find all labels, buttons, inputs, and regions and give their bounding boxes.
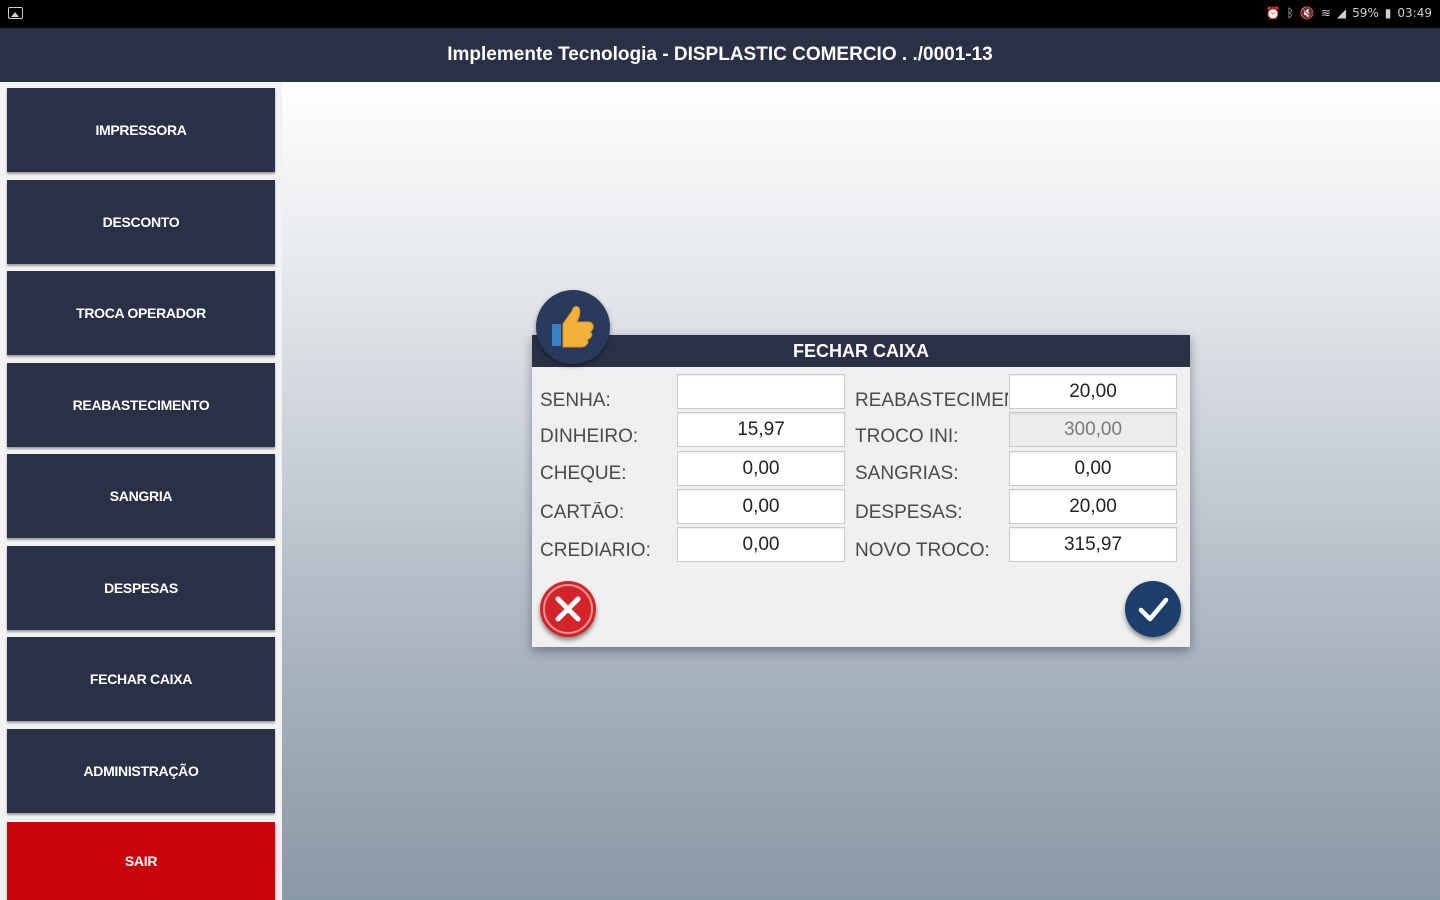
sangrias-label: SANGRIAS: bbox=[855, 463, 959, 484]
cheque-field[interactable]: 0,00 bbox=[677, 451, 845, 486]
reabastecimento-label: REABASTECIMENTO: bbox=[855, 390, 1008, 411]
dinheiro-field[interactable]: 15,97 bbox=[677, 412, 845, 447]
cartao-label: CARTÃO: bbox=[540, 502, 625, 523]
check-icon bbox=[1138, 597, 1169, 622]
troco-ini-field: 300,00 bbox=[1009, 412, 1177, 447]
sidebar-item-desconto[interactable]: DESCONTO bbox=[7, 180, 275, 264]
sidebar-item-administracao[interactable]: ADMINISTRAÇÃO bbox=[7, 729, 275, 813]
close-icon bbox=[543, 584, 593, 634]
novo-troco-field[interactable]: 315,97 bbox=[1009, 527, 1177, 562]
sidebar: IMPRESSORA DESCONTO TROCA OPERADOR REABA… bbox=[0, 82, 282, 900]
despesas-field[interactable]: 20,00 bbox=[1009, 489, 1177, 524]
dinheiro-label: DINHEIRO: bbox=[540, 426, 639, 447]
sangrias-field[interactable]: 0,00 bbox=[1009, 451, 1177, 486]
troco-ini-label: TROCO INI: bbox=[855, 426, 959, 447]
cancel-button[interactable] bbox=[540, 581, 596, 637]
alarm-icon: ⏰ bbox=[1265, 6, 1281, 20]
status-icons: ⏰ ᛒ 🔇 ≋ ◢ 59% ▮ 03:49 bbox=[1266, 6, 1432, 20]
bluetooth-icon: ᛒ bbox=[1286, 6, 1294, 20]
despesas-label: DESPESAS: bbox=[855, 502, 963, 523]
dialog-title: FECHAR CAIXA bbox=[532, 335, 1190, 367]
senha-field[interactable] bbox=[677, 374, 845, 409]
status-bar: ⏰ ᛒ 🔇 ≋ ◢ 59% ▮ 03:49 bbox=[0, 0, 1440, 28]
mute-icon: 🔇 bbox=[1299, 6, 1315, 20]
thumbs-up-icon bbox=[536, 290, 610, 364]
clock: 03:49 bbox=[1397, 6, 1432, 20]
sidebar-item-despesas[interactable]: DESPESAS bbox=[7, 546, 275, 630]
battery-icon: ▮ bbox=[1384, 6, 1392, 20]
novo-troco-label: NOVO TROCO: bbox=[855, 540, 990, 561]
sidebar-item-fechar-caixa[interactable]: FECHAR CAIXA bbox=[7, 637, 275, 721]
crediario-label: CREDIARIO: bbox=[540, 540, 651, 561]
confirm-button[interactable] bbox=[1125, 581, 1181, 637]
wifi-icon: ≋ bbox=[1320, 6, 1331, 20]
reabastecimento-field[interactable]: 20,00 bbox=[1009, 374, 1177, 409]
sidebar-item-troca-operador[interactable]: TROCA OPERADOR bbox=[7, 271, 275, 355]
app-title: Implemente Tecnologia - DISPLASTIC COMER… bbox=[0, 28, 1440, 82]
cartao-field[interactable]: 0,00 bbox=[677, 489, 845, 524]
signal-icon: ◢ bbox=[1336, 6, 1347, 20]
senha-label: SENHA: bbox=[540, 390, 611, 411]
crediario-field[interactable]: 0,00 bbox=[677, 527, 845, 562]
sidebar-item-sair[interactable]: SAIR bbox=[7, 822, 275, 900]
sidebar-item-reabastecimento[interactable]: REABASTECIMENTO bbox=[7, 363, 275, 447]
sidebar-item-impressora[interactable]: IMPRESSORA bbox=[7, 88, 275, 172]
cheque-label: CHEQUE: bbox=[540, 463, 627, 484]
image-icon bbox=[8, 7, 23, 19]
sidebar-item-sangria[interactable]: SANGRIA bbox=[7, 454, 275, 538]
battery-percent: 59% bbox=[1352, 6, 1379, 20]
